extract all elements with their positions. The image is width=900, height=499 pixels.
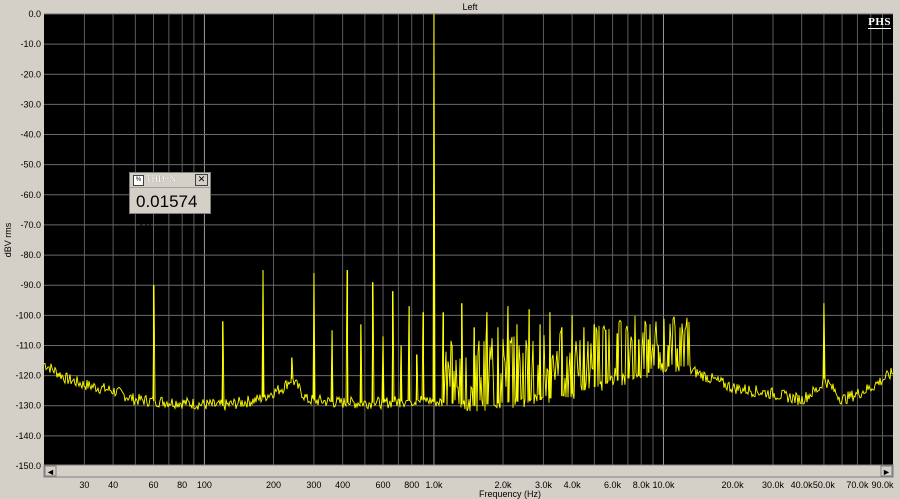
x-tick-label: 40.0k (791, 480, 814, 490)
y-tick-label: 0.0 (28, 9, 41, 19)
y-tick-label: -40.0 (20, 130, 41, 140)
x-axis-label: Frequency (Hz) (479, 489, 541, 499)
x-tick-label: 600 (376, 480, 391, 490)
y-tick-label: -110.0 (16, 340, 41, 350)
y-tick-label: -50.0 (20, 160, 41, 170)
y-tick-label: -120.0 (15, 371, 41, 381)
thd-window-icon: % (133, 175, 144, 186)
x-tick-label: 400 (335, 480, 350, 490)
chart-title: Left (462, 2, 478, 12)
y-tick-label: -80.0 (20, 250, 41, 260)
x-tick-label: 6.0k (604, 480, 622, 490)
thd-value: 0.01574 % (136, 192, 198, 231)
thd-title: THD+N (146, 174, 177, 184)
y-tick-label: -60.0 (20, 190, 41, 200)
x-tick-label: 30.0k (762, 480, 785, 490)
y-tick-label: -30.0 (20, 99, 41, 109)
y-axis-label: dBV rms (3, 222, 13, 257)
y-tick-label: -100.0 (15, 310, 41, 320)
y-tick-label: -20.0 (20, 69, 41, 79)
thd-titlebar[interactable]: % THD+N ✕ (130, 173, 210, 188)
x-tick-label: 1.0k (425, 480, 443, 490)
x-tick-label: 60 (149, 480, 159, 490)
x-tick-label: 4.0k (564, 480, 582, 490)
y-tick-label: -130.0 (15, 401, 41, 411)
scroll-left-arrow-icon: ◄ (46, 467, 55, 477)
x-tick-label: 90.0k (871, 480, 894, 490)
y-tick-label: -10.0 (20, 39, 41, 49)
x-tick-label: 50.0k (813, 480, 836, 490)
close-icon[interactable]: ✕ (195, 174, 208, 186)
y-tick-label: -140.0 (15, 431, 41, 441)
x-tick-label: 300 (306, 480, 321, 490)
x-tick-label: 40 (108, 480, 118, 490)
x-tick-label: 70.0k (846, 480, 869, 490)
x-tick-label: 800 (404, 480, 419, 490)
x-tick-label: 10.0k (652, 480, 675, 490)
x-tick-label: 100 (197, 480, 212, 490)
x-tick-label: 20.0k (722, 480, 745, 490)
phs-watermark: PHS (868, 16, 891, 29)
spectrum-chart: Left 0.0 -10.0 -20.0 -30.0 -40.0 -50.0 -60.0 -7… (3, 2, 894, 499)
thd-panel[interactable]: % THD+N ✕ 0.01574 % (129, 172, 211, 231)
y-tick-label: -70.0 (20, 220, 41, 230)
plot-area (44, 14, 893, 466)
y-tick-label: -90.0 (20, 280, 41, 290)
x-tick-label: 80 (177, 480, 187, 490)
scroll-right-arrow-icon: ► (882, 467, 891, 477)
y-tick-labels: 0.0 -10.0 -20.0 -30.0 -40.0 -50.0 -60.0 -70.0 -8… (15, 9, 41, 471)
x-tick-label: 30 (79, 480, 89, 490)
x-tick-label: 200 (266, 480, 281, 490)
y-tick-label: -150.0 (15, 461, 41, 471)
x-tick-label: 8.0k (633, 480, 651, 490)
horizontal-scrollbar[interactable]: ◄ ► (43, 464, 894, 478)
